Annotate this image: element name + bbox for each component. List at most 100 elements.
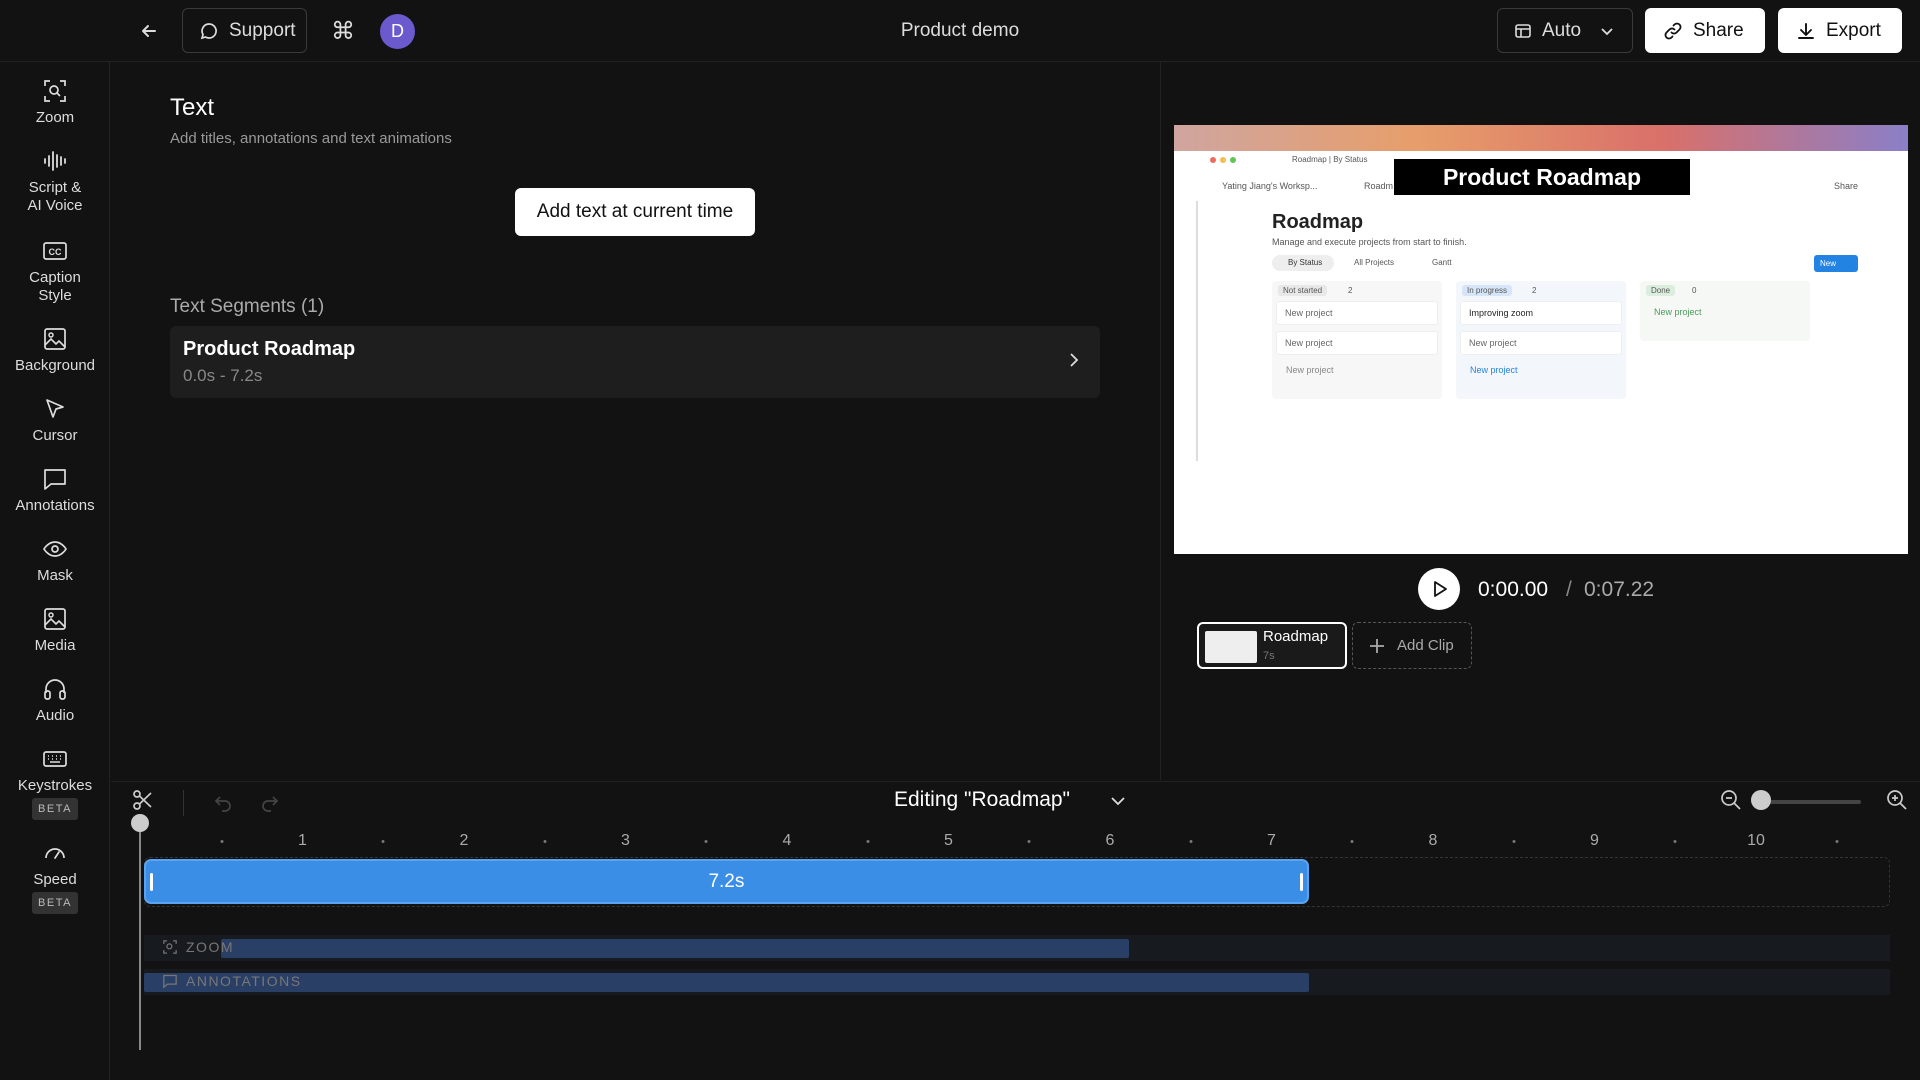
clip-end-handle[interactable]	[1299, 873, 1303, 891]
sidebar-item-label: Speed	[33, 871, 77, 888]
arrow-left-icon	[142, 25, 156, 37]
scissors-icon[interactable]	[131, 788, 155, 812]
preview-card: New project	[1460, 331, 1622, 355]
add-text-button[interactable]: Add text at current time	[515, 188, 755, 236]
sidebar-item-caption-style[interactable]: CC Caption Style	[0, 238, 110, 305]
preview-view-gantt: Gantt	[1432, 258, 1452, 267]
current-time: 0:00.00	[1478, 578, 1549, 601]
sidebar-item-keystrokes[interactable]: Keystrokes BETA	[0, 746, 110, 820]
lane-label: ANNOTATIONS	[162, 973, 302, 989]
editing-clip-label[interactable]: Editing "Roadmap"	[894, 788, 1070, 812]
image-icon	[44, 328, 66, 350]
support-button[interactable]: Support	[182, 8, 307, 53]
ruler-tick-label: 5	[944, 832, 953, 849]
playback-controls: 0:00.00 / 0:07.22	[1418, 568, 1718, 612]
ruler-tick-label: 10	[1747, 832, 1765, 849]
annotation-segment[interactable]	[144, 973, 1309, 992]
text-overlay-title[interactable]: Product Roadmap	[1394, 159, 1690, 195]
sidebar-item-background[interactable]: Background	[0, 326, 110, 375]
ruler-half-tick	[220, 840, 224, 843]
sidebar-item-media[interactable]: Media	[0, 606, 110, 655]
zoom-icon	[163, 940, 177, 954]
preview-add-new: New project	[1286, 365, 1334, 375]
aspect-ratio-dropdown[interactable]: Auto	[1497, 8, 1633, 53]
sidebar-item-zoom[interactable]: Zoom	[0, 78, 110, 127]
playhead-line	[139, 820, 141, 1050]
video-clip-bar[interactable]: 7.2s	[144, 859, 1309, 904]
sidebar-item-annotations[interactable]: Annotations	[0, 466, 110, 515]
sidebar-item-script-ai-voice[interactable]: Script & AI Voice	[0, 148, 110, 215]
sidebar-item-label: Cursor	[32, 427, 78, 444]
top-bar: Support ⌘ D Product demo Auto Share Expo…	[0, 0, 1920, 62]
count: 2	[1532, 286, 1537, 295]
zoom-slider-track[interactable]	[1761, 800, 1861, 804]
preview-card: New project	[1276, 331, 1438, 355]
document-title[interactable]: Product demo	[800, 20, 1120, 42]
window-dot-red	[1210, 157, 1216, 163]
sidebar-item-audio[interactable]: Audio	[0, 676, 110, 725]
zoom-out-icon[interactable]	[1719, 788, 1743, 812]
time-ruler[interactable]: 1 2 3 4 5 6 7 8 9 10	[111, 832, 1920, 852]
add-clip-button[interactable]: Add Clip	[1352, 622, 1472, 669]
export-button[interactable]: Export	[1778, 8, 1902, 53]
annotation-icon	[163, 974, 177, 989]
link-icon	[1664, 22, 1682, 39]
text-panel: Text Add titles, annotations and text an…	[111, 62, 1161, 780]
segments-heading: Text Segments (1)	[170, 296, 325, 317]
clip-start-handle[interactable]	[150, 873, 153, 891]
preview-card: New project	[1276, 301, 1438, 325]
preview-card: Improving zoom	[1460, 301, 1622, 325]
undo-icon[interactable]	[212, 792, 234, 814]
preview-gradient-background	[1174, 125, 1908, 151]
clip-thumbnail-roadmap[interactable]: Roadmap 7s	[1197, 622, 1347, 669]
eye-icon	[43, 541, 67, 557]
sidebar-item-label: Annotations	[15, 497, 95, 514]
waveform-icon	[44, 151, 66, 171]
sidebar-item-speed[interactable]: Speed BETA	[0, 840, 110, 914]
panel-subtitle: Add titles, annotations and text animati…	[170, 130, 452, 147]
panel-title: Text	[170, 94, 215, 121]
sidebar-item-label: Keystrokes	[17, 777, 93, 794]
sidebar-item-label: Zoom	[35, 109, 75, 126]
svg-text:CC: CC	[49, 247, 62, 257]
share-button[interactable]: Share	[1645, 8, 1765, 53]
ruler-half-tick	[1027, 840, 1031, 843]
text-segment-item[interactable]: Product Roadmap 0.0s - 7.2s	[170, 326, 1100, 398]
media-icon	[44, 608, 66, 630]
ruler-tick-label: 1	[298, 832, 307, 849]
back-button[interactable]	[134, 16, 164, 46]
status-done: Done	[1646, 285, 1676, 296]
chevron-down-icon[interactable]	[1109, 792, 1127, 810]
count: 0	[1692, 286, 1697, 295]
playhead-handle[interactable]	[131, 814, 149, 832]
beta-badge: BETA	[32, 798, 78, 820]
preview-workspace: Yating Jiang's Worksp...	[1222, 181, 1318, 191]
preview-view-all-projects: All Projects	[1354, 258, 1395, 267]
sidebar-item-cursor[interactable]: Cursor	[0, 396, 110, 445]
add-clip-label: Add Clip	[1397, 637, 1454, 654]
sidebar-item-label: Media	[34, 637, 76, 654]
play-icon	[1434, 581, 1447, 597]
redo-icon[interactable]	[259, 792, 281, 814]
chat-bubble-icon	[200, 22, 217, 39]
preview-breadcrumb: Roadm	[1364, 181, 1394, 191]
zoom-slider-handle[interactable]	[1751, 790, 1771, 810]
sidebar-item-mask[interactable]: Mask	[0, 536, 110, 585]
caption-icon: CC	[43, 242, 67, 260]
sidebar-item-label: Script & AI Voice	[27, 179, 83, 214]
avatar[interactable]: D	[380, 14, 415, 49]
ruler-half-tick	[1673, 840, 1677, 843]
total-time: 0:07.22	[1584, 578, 1655, 601]
preview-page-title: Roadmap	[1272, 211, 1364, 233]
zoom-segment[interactable]	[221, 939, 1130, 958]
tool-sidebar: Zoom Script & AI Voice CC Caption Style …	[0, 62, 110, 1080]
zoom-in-icon[interactable]	[1885, 788, 1909, 812]
preview-new-button: New	[1814, 255, 1858, 272]
command-menu-button[interactable]: ⌘	[328, 16, 358, 46]
cursor-icon	[46, 399, 64, 418]
video-preview[interactable]: Roadmap | By Status Yating Jiang's Works…	[1174, 125, 1908, 554]
play-button[interactable]	[1418, 568, 1460, 610]
ruler-half-tick	[1512, 840, 1516, 843]
preview-column-in-progress: In progress 2 Improving zoom New project…	[1456, 281, 1626, 399]
zoom-lane-label: ZOOM	[186, 939, 234, 955]
